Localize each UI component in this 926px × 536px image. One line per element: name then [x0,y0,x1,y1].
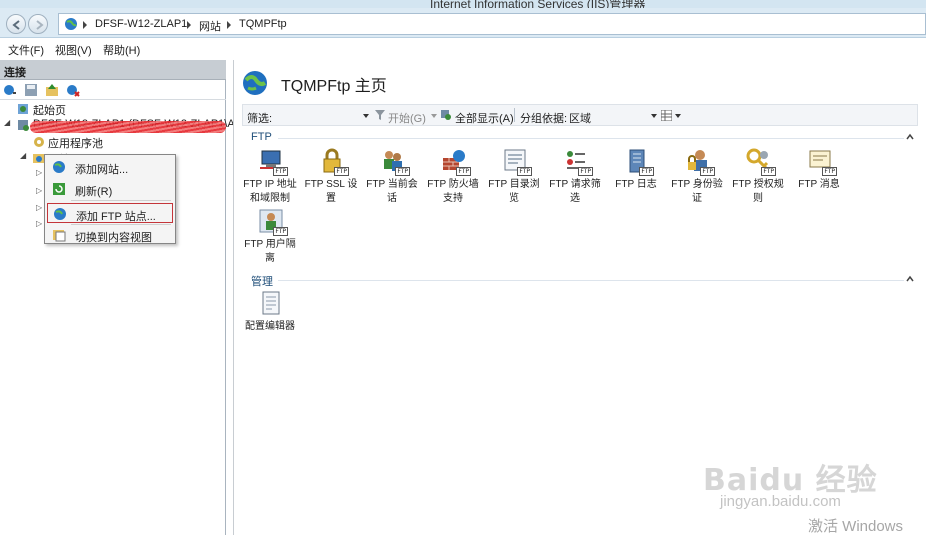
view-mode-icon[interactable] [661,110,672,121]
menu-add-ftp-site[interactable]: 添加 FTP 站点... [47,203,173,223]
feature-config-editor[interactable]: 配置编辑器 [240,290,300,356]
start-filter-button[interactable]: 开始(G) [388,110,426,126]
logging-icon: FTP [624,148,654,176]
messages-icon: FTP [807,148,837,176]
menu-bar: 文件(F) 视图(V) 帮助(H) [0,38,926,58]
feature-ftp-authentication[interactable]: FTP FTP 身份验证 [667,148,727,214]
activate-windows-watermark: 激活 Windows [808,518,904,535]
add-ftp-site-icon [54,208,66,220]
save-icon[interactable] [24,83,38,97]
menu-separator [71,200,171,201]
disconnect-icon[interactable] [66,83,80,97]
start-page-icon [18,104,28,114]
feature-ftp-ssl[interactable]: FTP FTP SSL 设置 [301,148,361,214]
section-ftp-header[interactable]: FTP [251,131,272,143]
funnel-icon [375,110,385,120]
ip-restrictions-icon: FTP [258,148,288,176]
feature-ftp-logging[interactable]: FTP FTP 日志 [606,148,666,214]
connections-pane: 连接 起始页 ◢ DFSF-W12-ZLAP1 (DFSF-W12-ZLAP1\… [0,60,250,535]
breadcrumb-site[interactable]: TQMPFtp [239,18,287,30]
content-view-icon [53,230,66,242]
redaction-scribble [30,121,226,133]
tree-start-page-label: 起始页 [33,105,66,117]
authentication-icon: FTP [685,148,715,176]
firewall-icon: FTP [441,148,471,176]
context-menu: 添加网站... 刷新(R) 添加 FTP 站点... 切换到内容视图 [44,154,176,244]
globe-icon [65,18,77,30]
show-all-button[interactable]: 全部显示(A) [455,110,514,126]
expand-arrow-icon[interactable]: ◢ [20,151,26,160]
collapse-icon[interactable] [906,133,914,141]
window-title: Internet Information Services (IIS)管理器 [430,0,646,8]
feature-ftp-firewall[interactable]: FTP FTP 防火墙支持 [423,148,483,214]
back-arrow-icon [12,20,20,30]
menu-view[interactable]: 视图(V) [55,42,92,58]
user-isolation-icon: FTP [258,208,288,236]
tree-expand-icon[interactable]: ▷ [36,219,42,228]
filter-dropdown-icon[interactable] [363,114,369,118]
feature-ftp-ip-restrictions[interactable]: FTP FTP IP 地址和域限制 [240,148,300,214]
menu-add-website[interactable]: 添加网站... [47,157,173,177]
tree-expand-icon[interactable]: ▷ [36,186,42,195]
collapse-icon[interactable] [906,275,914,283]
group-by-label: 分组依据: [520,113,568,125]
expand-arrow-icon[interactable]: ◢ [4,118,10,127]
site-globe-icon [243,71,267,95]
filter-bar: 筛选: 开始(G) 全部显示(A) 分组依据: 区域 [242,104,918,126]
breadcrumb-separator [83,21,87,29]
ssl-lock-icon: FTP [319,148,349,176]
connections-toolbar [0,80,226,100]
tree-app-pools-label: 应用程序池 [48,138,103,150]
config-editor-icon [258,290,284,316]
group-by-select[interactable]: 区域 [569,110,591,126]
up-level-icon[interactable] [45,83,59,97]
connections-header: 连接 [0,60,226,80]
section-management-header[interactable]: 管理 [251,273,273,289]
directory-browsing-icon: FTP [502,148,532,176]
show-all-icon [441,110,451,120]
breadcrumb-sites[interactable]: 网站 [199,18,221,34]
breadcrumb-separator [227,21,231,29]
feature-ftp-directory-browsing[interactable]: FTP FTP 目录浏览 [484,148,544,214]
app-pool-icon [34,137,44,147]
back-button[interactable] [6,14,26,34]
forward-arrow-icon [36,20,44,30]
view-mode-dropdown-icon[interactable] [675,114,681,118]
feature-ftp-sessions[interactable]: FTP FTP 当前会话 [362,148,422,214]
tree-expand-icon[interactable]: ▷ [36,203,42,212]
breadcrumb-separator [187,21,191,29]
title-bar: Internet Information Services (IIS)管理器 [0,0,926,8]
section-divider [278,280,904,281]
address-path[interactable]: DFSF-W12-ZLAP1 网站 TQMPFtp [58,13,926,35]
request-filtering-icon: FTP [563,148,593,176]
breadcrumb-server[interactable]: DFSF-W12-ZLAP1 [95,18,187,30]
forward-button[interactable] [28,14,48,34]
menu-help[interactable]: 帮助(H) [103,42,140,58]
filter-label: 筛选: [247,113,273,125]
baidu-watermark-url: jingyan.baidu.com [720,493,841,510]
connect-icon[interactable] [3,83,17,97]
sessions-icon: FTP [380,148,410,176]
page-title: TQMPFtp 主页 [281,78,387,95]
menu-switch-content-view[interactable]: 切换到内容视图 [47,225,173,245]
add-website-icon [53,161,65,173]
group-by-dropdown-icon[interactable] [651,114,657,118]
connections-title: 连接 [4,67,26,79]
feature-ftp-user-isolation[interactable]: FTP FTP 用户隔离 [240,208,300,274]
filter-input[interactable] [277,107,369,123]
feature-ftp-request-filtering[interactable]: FTP FTP 请求筛选 [545,148,605,214]
section-divider [278,138,904,139]
feature-ftp-messages[interactable]: FTP FTP 消息 [789,148,849,214]
menu-file[interactable]: 文件(F) [8,42,44,58]
tree-expand-icon[interactable]: ▷ [36,168,42,177]
toolbar-separator [514,108,515,122]
start-dropdown-icon[interactable] [431,114,437,118]
menu-refresh[interactable]: 刷新(R) [47,179,173,199]
address-bar: DFSF-W12-ZLAP1 网站 TQMPFtp [0,8,926,38]
server-icon [18,120,29,131]
feature-ftp-authorization[interactable]: FTP FTP 授权规则 [728,148,788,214]
authorization-icon: FTP [746,148,776,176]
refresh-icon [53,183,65,195]
